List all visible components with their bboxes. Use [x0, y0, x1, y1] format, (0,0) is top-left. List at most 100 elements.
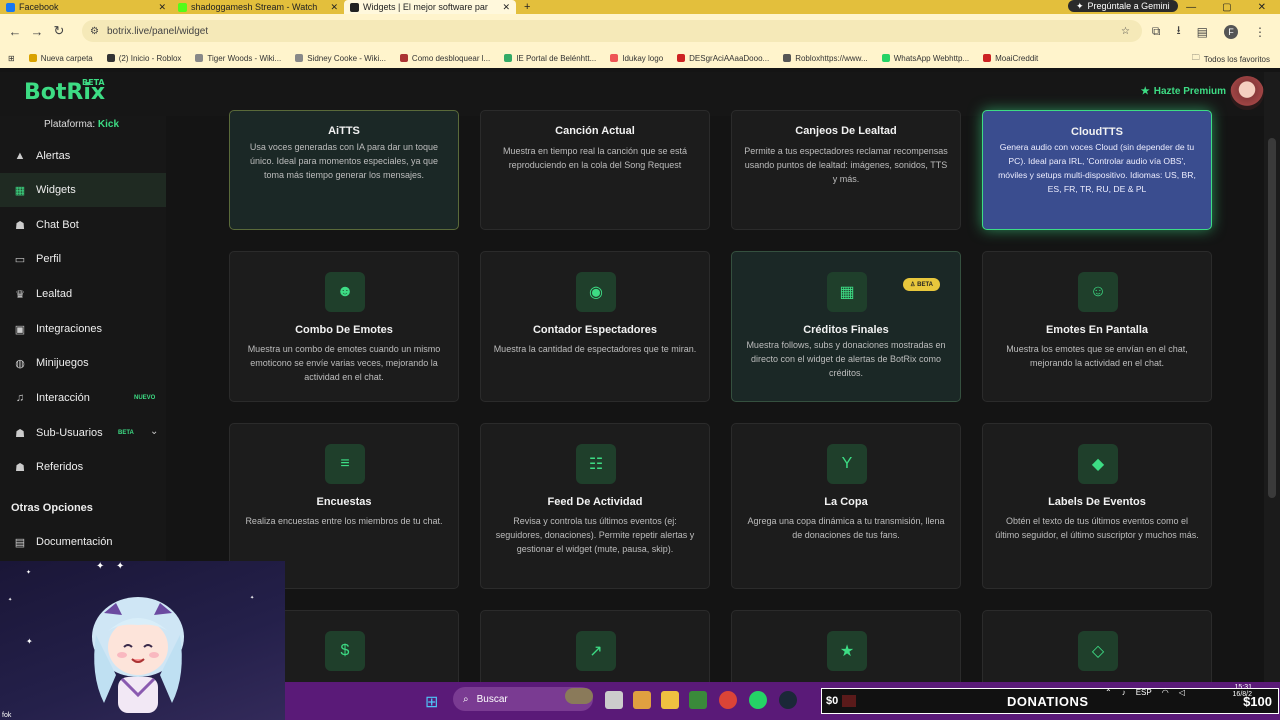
file-explorer-icon[interactable] [661, 691, 679, 709]
widget-card-creditos-finales[interactable]: ▦ ♙ BETA Créditos Finales Muestra follow… [731, 251, 961, 402]
chevron-up-icon[interactable]: ⌃ [1105, 688, 1112, 697]
sidebar-item-chat-bot[interactable]: ☗ Chat Bot [0, 208, 166, 242]
bookmark-item[interactable]: Tiger Woods - Wiki... [195, 54, 281, 63]
gemini-button[interactable]: ✦ Pregúntale a Gemini [1068, 0, 1178, 12]
language-indicator[interactable]: ESP [1136, 688, 1152, 697]
platform-indicator: Plataforma: Kick [44, 119, 120, 130]
star-icon: ★ [1140, 86, 1150, 97]
sidebar-item-sub-usuarios[interactable]: ☗ Sub-Usuarios [0, 416, 166, 450]
sidebar-item-perfil[interactable]: ▭ Perfil [0, 242, 166, 276]
widget-card-la-copa[interactable]: Y La Copa Agrega una copa dinámica a tu … [731, 423, 961, 589]
sidebar-item-minijuegos[interactable]: ◍ Minijuegos [0, 346, 166, 380]
forward-icon[interactable]: → [26, 24, 48, 39]
widget-card-feed-actividad[interactable]: ☷ Feed De Actividad Revisa y controla tu… [480, 423, 710, 589]
lock-icon: ♙ [910, 282, 916, 288]
new-tab-button[interactable]: + [524, 1, 530, 13]
bookmark-item[interactable]: MoaiCreddit [983, 54, 1038, 63]
user-avatar[interactable] [1230, 76, 1264, 110]
star-icon: ★ [827, 631, 867, 671]
bookmark-item[interactable]: WhatsApp Webhttp... [881, 54, 969, 63]
close-icon[interactable]: ✕ [502, 2, 510, 13]
windows-start-icon[interactable]: ⊞ [425, 692, 438, 712]
bookmark-item[interactable]: Como desbloquear l... [399, 54, 490, 63]
sidebar-item-alertas[interactable]: ▲ Alertas [0, 139, 166, 173]
widget-card-contador-espectadores[interactable]: ◉ Contador Espectadores Muestra la canti… [480, 251, 710, 402]
wifi-icon[interactable]: ◠ [1162, 688, 1169, 697]
bookmark-item[interactable]: (2) Inicio - Roblox [106, 54, 181, 63]
all-bookmarks[interactable]: 🗀 Todos los favoritos [1192, 52, 1270, 66]
widget-card-cloudtts[interactable]: CloudTTS Genera audio con voces Cloud (s… [982, 110, 1212, 230]
minecraft-icon[interactable] [689, 691, 707, 709]
address-bar-row: ← → ↻ ⚙ botrix.live/panel/widget ☆ ⧉ ⭳ ▤… [0, 14, 1280, 48]
tab-kick-stream[interactable]: shadoggamesh Stream - Watch ✕ [172, 0, 344, 14]
donations-current: $0 [826, 695, 839, 707]
sparkle-icon: ✦ [26, 637, 33, 646]
close-icon[interactable]: ✕ [158, 2, 166, 13]
widget-card-aitts[interactable]: AiTTS Usa voces generadas con IA para da… [229, 110, 459, 230]
bookmark-item[interactable]: Idukay logo [610, 54, 663, 63]
close-window-icon[interactable]: ✕ [1258, 2, 1266, 13]
emote-face-icon: ☻ [325, 272, 365, 312]
system-tray: ⌃ ♪ ESP ◠ ◁ [1105, 688, 1185, 697]
close-icon[interactable]: ✕ [330, 2, 338, 13]
chrome-icon[interactable] [719, 691, 737, 709]
back-icon[interactable]: ← [4, 24, 26, 39]
bookmark-item[interactable]: Nueva carpeta [28, 54, 93, 63]
sidebar-item-widgets[interactable]: ▦ Widgets [0, 173, 166, 207]
tab-widgets[interactable]: Widgets | El mejor software par ✕ [344, 0, 516, 14]
microphone-icon[interactable]: ♪ [1122, 688, 1126, 697]
gemini-icon: ✦ [1076, 0, 1084, 11]
gamepad-icon: ◍ [15, 357, 25, 370]
music-icon: ♫ [15, 392, 25, 404]
chevron-down-icon[interactable]: ⌄ [150, 426, 158, 437]
maximize-icon[interactable]: ▢ [1222, 2, 1231, 13]
url-text: botrix.live/panel/widget [106, 25, 209, 37]
whatsapp-icon[interactable] [749, 691, 767, 709]
document-icon: ▤ [14, 536, 26, 549]
scrollbar-thumb[interactable] [1268, 138, 1276, 498]
page-scrollbar[interactable] [1264, 72, 1280, 720]
widget-card-labels-eventos[interactable]: ◆ Labels De Eventos Obtén el texto de tu… [982, 423, 1212, 589]
tab-facebook[interactable]: Facebook ✕ [0, 0, 172, 14]
bookmark-item[interactable]: Robloxhttps://www... [783, 54, 868, 63]
widget-card-combo-emotes[interactable]: ☻ Combo De Emotes Muestra un combo de em… [229, 251, 459, 402]
bookmark-item[interactable]: Sidney Cooke - Wiki... [295, 54, 386, 63]
bookmark-item[interactable]: IE Portal de Belénhtt... [504, 54, 596, 63]
app-icon[interactable] [633, 691, 651, 709]
sidebar-item-referidos[interactable]: ☗ Referidos [0, 450, 166, 484]
widget-title: La Copa [824, 496, 868, 508]
premium-link[interactable]: ★ Hazte Premium [1141, 86, 1226, 97]
widget-card-canjeos-lealtad[interactable]: Canjeos De Lealtad Permite a tus especta… [731, 110, 961, 230]
reload-icon[interactable]: ↻ [48, 23, 70, 39]
apps-icon[interactable]: ⊞ [8, 54, 15, 63]
site-info-icon[interactable]: ⚙ [90, 26, 99, 37]
profile-avatar[interactable]: F [1224, 24, 1238, 39]
widget-card-emotes-pantalla[interactable]: ☺ Emotes En Pantalla Muestra los emotes … [982, 251, 1212, 402]
steam-icon[interactable] [779, 691, 797, 709]
sidebar-item-documentacion[interactable]: ▤ Documentación [0, 525, 166, 559]
widget-description: Permite a tus espectadores reclamar reco… [744, 146, 948, 184]
task-view-icon[interactable] [605, 691, 623, 709]
vtuber-overlay: ✦ ✦ ✦ ✦ ✦ ✦ [0, 561, 285, 720]
reading-list-icon[interactable]: ▤ [1197, 25, 1208, 39]
menu-icon[interactable]: ⋮ [1254, 25, 1266, 39]
sidebar-item-integraciones[interactable]: ▣ Integraciones [0, 312, 166, 346]
download-icon[interactable]: ⭳ [1176, 21, 1180, 42]
widget-card-cancion-actual[interactable]: Canción Actual Muestra en tiempo real la… [480, 110, 710, 230]
bookmark-star-icon[interactable]: ☆ [1121, 26, 1130, 37]
bookmark-item[interactable]: DESgrAciAAaaDooo... [677, 54, 769, 63]
volume-icon[interactable]: ◁ [1179, 688, 1185, 697]
widget-title: Canjeos De Lealtad [795, 125, 897, 137]
minimize-icon[interactable]: — [1186, 2, 1196, 13]
clock[interactable]: 15:31 16/8/2 [1233, 684, 1252, 698]
sparkle-icon: ✦ [26, 570, 32, 576]
facebook-icon [6, 2, 15, 12]
widgets-icon[interactable] [565, 688, 593, 704]
widget-description: Muestra un combo de emotes cuando un mis… [247, 344, 441, 382]
dollar-icon: $ [325, 631, 365, 671]
sidebar-item-lealtad[interactable]: ♛ Lealtad [0, 277, 166, 311]
toolbar-right: ⧉ ⭳ ▤ F ⋮ [1152, 21, 1266, 42]
botrix-logo[interactable]: BotRix BETA [24, 78, 105, 105]
url-field[interactable]: ⚙ botrix.live/panel/widget ☆ [82, 20, 1142, 42]
extensions-icon[interactable]: ⧉ [1152, 24, 1161, 39]
